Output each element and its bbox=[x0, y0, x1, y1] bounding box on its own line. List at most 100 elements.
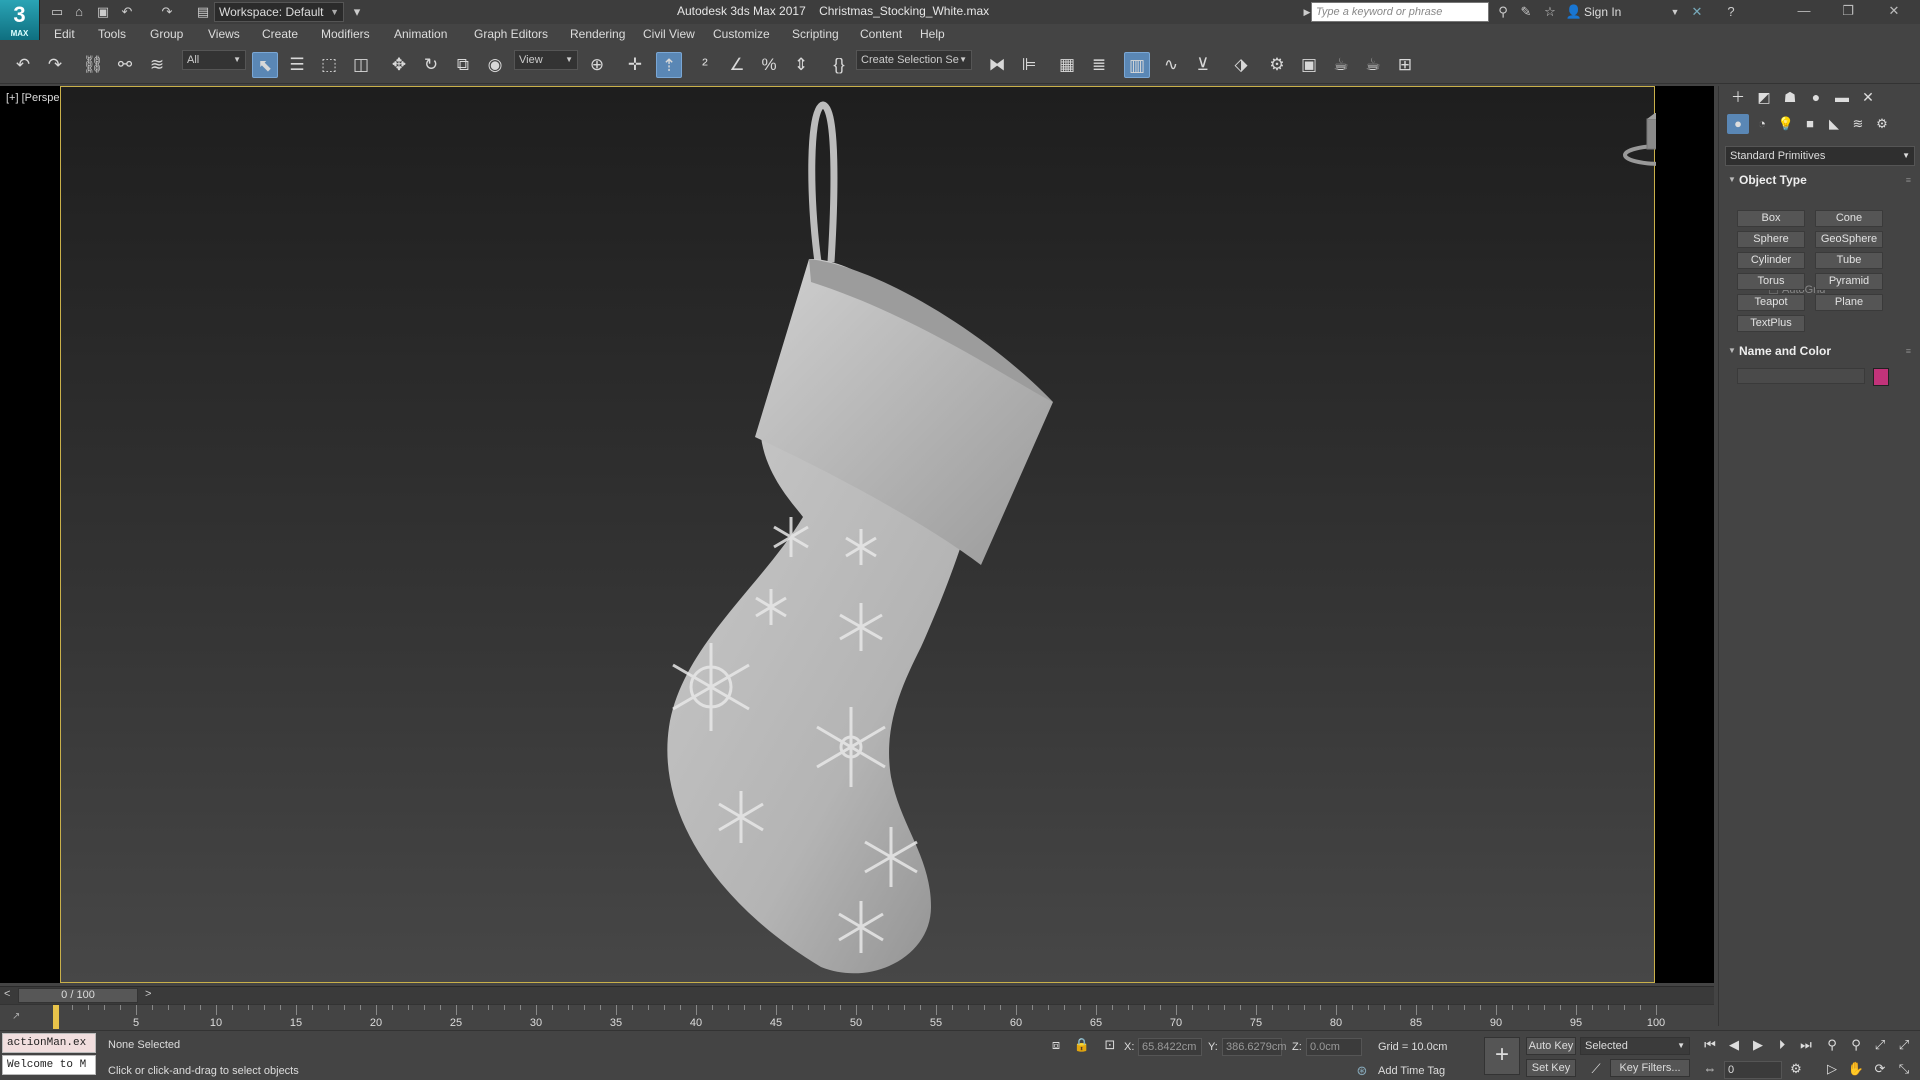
undo-quick-icon[interactable]: ↶ bbox=[118, 3, 136, 21]
object-type-rollout[interactable]: ▼ Object Type ≡ bbox=[1725, 171, 1915, 189]
previous-key-icon[interactable]: ◀ bbox=[1724, 1037, 1744, 1053]
isolate-selection-icon[interactable]: ⧈ bbox=[1046, 1037, 1066, 1053]
absolute-mode-icon[interactable]: ⊡ bbox=[1100, 1037, 1120, 1053]
pyramid-button[interactable]: Pyramid bbox=[1815, 273, 1883, 290]
utilities-tab-icon[interactable]: ✕ bbox=[1855, 86, 1881, 108]
lights-icon[interactable]: 💡 bbox=[1775, 114, 1797, 134]
menu-group[interactable]: Group bbox=[150, 27, 183, 41]
named-selection-sets-dropdown[interactable]: Create Selection Se ▼ bbox=[856, 50, 972, 70]
go-to-end-icon[interactable]: ⏭ bbox=[1796, 1037, 1816, 1053]
menu-modifiers[interactable]: Modifiers bbox=[321, 27, 370, 41]
modify-tab-icon[interactable]: ◩ bbox=[1751, 86, 1777, 108]
tube-button[interactable]: Tube bbox=[1815, 252, 1883, 269]
hierarchy-tab-icon[interactable]: ☗ bbox=[1777, 86, 1803, 108]
menu-scripting[interactable]: Scripting bbox=[792, 27, 839, 41]
material-editor-icon[interactable]: ⬗ bbox=[1228, 52, 1254, 78]
help-icon[interactable]: ? bbox=[1722, 3, 1740, 21]
undo-icon[interactable]: ↶ bbox=[10, 52, 36, 78]
curve-editor-icon[interactable]: ∿ bbox=[1158, 52, 1184, 78]
select-manipulate-icon[interactable]: ✛ bbox=[622, 52, 648, 78]
z-coordinate-field[interactable]: 0.0cm bbox=[1306, 1038, 1362, 1056]
scale-icon[interactable]: ⧉ bbox=[450, 52, 476, 78]
maxscript-listener-output[interactable]: actionMan.ex bbox=[2, 1033, 96, 1053]
rectangular-selection-icon[interactable]: ⬚ bbox=[316, 52, 342, 78]
percent-snap-icon[interactable]: % bbox=[756, 52, 782, 78]
current-frame-field[interactable]: 0 bbox=[1724, 1061, 1782, 1079]
current-frame-marker[interactable] bbox=[53, 1005, 59, 1029]
render-iterative-icon[interactable]: ☕ bbox=[1360, 52, 1386, 78]
play-icon[interactable]: ▶ bbox=[1748, 1037, 1768, 1053]
binoculars-icon[interactable]: ⚲ bbox=[1494, 3, 1512, 21]
render-setup-icon[interactable]: ⚙ bbox=[1264, 52, 1290, 78]
select-by-name-icon[interactable]: ☰ bbox=[284, 52, 310, 78]
minimize-button[interactable]: — bbox=[1782, 0, 1826, 24]
favorites-star-icon[interactable]: ☆ bbox=[1541, 3, 1559, 21]
save-file-icon[interactable]: ▣ bbox=[94, 3, 112, 21]
angle-snap-icon[interactable]: ∠ bbox=[724, 52, 750, 78]
zoom-extents-all-icon[interactable]: ⤢ bbox=[1894, 1037, 1914, 1053]
key-tangent-icon[interactable]: ⟋ bbox=[1586, 1061, 1606, 1077]
viewcube[interactable] bbox=[1623, 113, 1699, 166]
search-input[interactable]: Type a keyword or phrase bbox=[1311, 2, 1489, 22]
key-filters-button[interactable]: Key Filters... bbox=[1610, 1059, 1690, 1077]
link-icon[interactable]: ⛓ bbox=[80, 52, 106, 78]
redo-quick-icon[interactable]: ↷ bbox=[158, 3, 176, 21]
reference-coordinate-dropdown[interactable]: View ▼ bbox=[514, 50, 578, 70]
app-logo[interactable]: 3 MAX bbox=[0, 0, 40, 40]
zoom-icon[interactable]: ⚲ bbox=[1822, 1037, 1842, 1053]
unlink-icon[interactable]: ⚯ bbox=[112, 52, 138, 78]
rendered-frame-window-icon[interactable]: ▣ bbox=[1296, 52, 1322, 78]
subscription-icon[interactable]: ✎ bbox=[1517, 3, 1535, 21]
layer-explorer-icon[interactable]: ≣ bbox=[1086, 52, 1112, 78]
open-file-icon[interactable]: ⌂ bbox=[70, 3, 88, 21]
sign-in-button[interactable]: Sign In bbox=[1584, 5, 1621, 19]
menu-tools[interactable]: Tools bbox=[98, 27, 126, 41]
key-mode-dropdown[interactable]: Selected ▼ bbox=[1580, 1037, 1690, 1055]
restore-button[interactable]: ❐ bbox=[1826, 0, 1870, 24]
auto-key-button[interactable]: Auto Key bbox=[1526, 1037, 1576, 1055]
edit-named-selection-icon[interactable]: {} bbox=[826, 52, 852, 78]
cylinder-button[interactable]: Cylinder bbox=[1737, 252, 1805, 269]
cone-button[interactable]: Cone bbox=[1815, 210, 1883, 227]
time-slider-thumb[interactable]: 0 / 100 bbox=[18, 988, 138, 1003]
time-slider[interactable]: < 0 / 100 > bbox=[0, 986, 1714, 1004]
project-folder-icon[interactable]: ▤ bbox=[194, 3, 212, 21]
plane-button[interactable]: Plane bbox=[1815, 294, 1883, 311]
menu-edit[interactable]: Edit bbox=[54, 27, 75, 41]
bind-space-warp-icon[interactable]: ≋ bbox=[144, 52, 170, 78]
maximize-viewport-icon[interactable]: ⤡ bbox=[1894, 1061, 1914, 1077]
x-coordinate-field[interactable]: 65.8422cm bbox=[1138, 1038, 1202, 1056]
next-frame-icon[interactable]: > bbox=[145, 988, 151, 1000]
perspective-viewport[interactable] bbox=[26, 86, 1699, 983]
menu-graph-editors[interactable]: Graph Editors bbox=[474, 27, 548, 41]
align-icon[interactable]: ⊫ bbox=[1016, 52, 1042, 78]
textplus-button[interactable]: TextPlus bbox=[1737, 315, 1805, 332]
snaps-toggle-icon[interactable]: ² bbox=[692, 52, 718, 78]
close-button[interactable]: ✕ bbox=[1872, 0, 1916, 24]
menu-animation[interactable]: Animation bbox=[394, 27, 447, 41]
exchange-apps-icon[interactable]: ✕ bbox=[1688, 3, 1706, 21]
name-and-color-rollout[interactable]: ▼ Name and Color ≡ bbox=[1725, 342, 1915, 360]
set-key-plus-icon[interactable]: + bbox=[1484, 1037, 1520, 1075]
menu-create[interactable]: Create bbox=[262, 27, 298, 41]
menu-customize[interactable]: Customize bbox=[713, 27, 770, 41]
render-production-icon[interactable]: ☕ bbox=[1328, 52, 1354, 78]
schematic-view-icon[interactable]: ⊻ bbox=[1190, 52, 1216, 78]
pan-view-icon[interactable]: ✋ bbox=[1846, 1061, 1866, 1077]
y-coordinate-field[interactable]: 386.6279cm bbox=[1222, 1038, 1287, 1056]
curve-editor-mini-icon[interactable]: ↗ bbox=[12, 1011, 20, 1022]
ribbon-toggle-icon[interactable]: ▥ bbox=[1124, 52, 1150, 78]
zoom-extents-icon[interactable]: ⤢ bbox=[1870, 1037, 1890, 1053]
selection-lock-icon[interactable]: 🔒 bbox=[1072, 1037, 1092, 1053]
create-tab-icon[interactable]: ＋ bbox=[1725, 86, 1751, 108]
maxscript-listener-input[interactable]: Welcome to M bbox=[2, 1055, 96, 1075]
zoom-all-icon[interactable]: ⚲ bbox=[1846, 1037, 1866, 1053]
set-key-button[interactable]: Set Key bbox=[1526, 1059, 1576, 1077]
motion-tab-icon[interactable]: ● bbox=[1803, 86, 1829, 108]
scene-explorer-icon[interactable]: ▦ bbox=[1054, 52, 1080, 78]
systems-icon[interactable]: ⚙ bbox=[1871, 114, 1893, 134]
add-time-tag-label[interactable]: Add Time Tag bbox=[1378, 1065, 1445, 1077]
rotate-icon[interactable]: ↻ bbox=[418, 52, 444, 78]
select-object-icon[interactable]: ⬉ bbox=[252, 52, 278, 78]
trackbar-ruler[interactable]: 5 10 15 20 25 30 35 40 45 50 55 60 65 70 75 80 85 90 95 100 bbox=[53, 1005, 1665, 1031]
